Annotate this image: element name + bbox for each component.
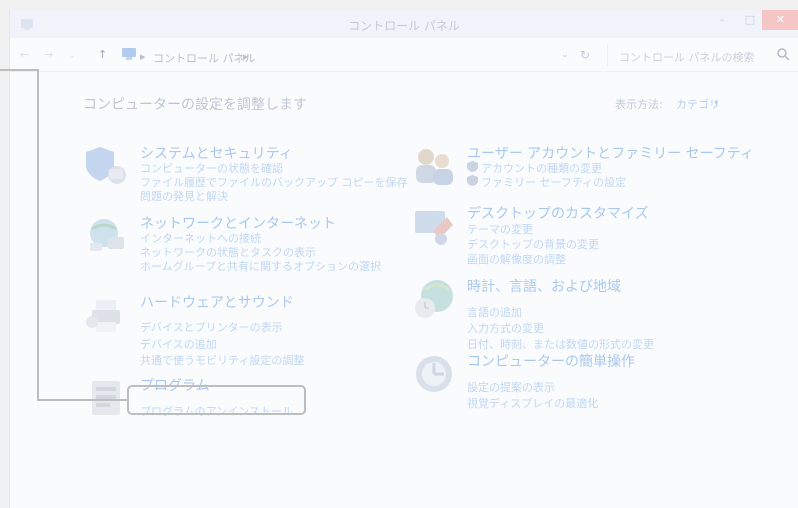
shield-icon[interactable]	[84, 143, 130, 189]
uac-shield-icon	[467, 161, 478, 172]
back-button[interactable]: ←	[20, 48, 29, 61]
link-optimize-display[interactable]: 視覚ディスプレイの最適化	[467, 395, 598, 411]
search-input[interactable]: コントロール パネルの検索	[607, 44, 796, 66]
control-panel-window: コントロール パネル – □ ✕ ← → ⌄ ↑ ▸ コントロール パネル ▸ …	[9, 10, 798, 508]
forward-button[interactable]: →	[44, 48, 53, 61]
address-bar: ← → ⌄ ↑ ▸ コントロール パネル ▸ ⌄ ↻ コントロール パネルの検索	[10, 38, 798, 72]
link-change-theme[interactable]: テーマの変更	[467, 221, 533, 237]
link-change-background[interactable]: デスクトップの背景の変更	[467, 236, 599, 252]
minimize-button[interactable]: –	[710, 10, 734, 30]
link-devices-printers[interactable]: デバイスとプリンターの表示	[140, 319, 283, 335]
link-troubleshoot[interactable]: 問題の発見と解決	[140, 188, 228, 204]
view-by-label: 表示方法:	[615, 98, 663, 111]
search-placeholder: コントロール パネルの検索	[619, 51, 755, 64]
link-suggested-settings[interactable]: 設定の提案の表示	[467, 379, 555, 395]
up-button[interactable]: ↑	[98, 48, 107, 61]
breadcrumb-separator[interactable]: ▸	[243, 50, 249, 63]
category-title[interactable]: ハードウェアとサウンド	[140, 292, 294, 312]
link-change-input-method[interactable]: 入力方式の変更	[467, 320, 544, 336]
desktop-icon[interactable]	[411, 203, 457, 249]
address-dropdown-icon[interactable]: ⌄	[561, 50, 569, 60]
maximize-button[interactable]: □	[738, 10, 762, 30]
callout-line	[37, 399, 128, 401]
page-heading: コンピューターの設定を調整します	[83, 97, 307, 113]
link-date-time-format[interactable]: 日付、時刻、または数値の形式の変更	[467, 336, 654, 352]
network-icon[interactable]	[84, 213, 130, 259]
category-title[interactable]: デスクトップのカスタマイズ	[467, 203, 649, 223]
category-title[interactable]: 時計、言語、および地域	[467, 276, 621, 296]
callout-line	[37, 69, 39, 401]
breadcrumb-separator[interactable]: ▸	[140, 50, 146, 63]
recent-locations-button[interactable]: ⌄	[68, 51, 75, 60]
control-panel-crumb-icon[interactable]	[121, 47, 137, 61]
title-bar: コントロール パネル – □ ✕	[10, 10, 798, 38]
link-add-language[interactable]: 言語の追加	[467, 304, 522, 320]
link-family-safety[interactable]: ファミリー セーフティの設定	[467, 174, 626, 190]
link-label: ファミリー セーフティの設定	[481, 176, 627, 189]
window-title: コントロール パネル	[348, 19, 460, 33]
refresh-icon[interactable]: ↻	[580, 48, 590, 62]
globe-clock-icon[interactable]	[411, 276, 457, 322]
search-icon[interactable]	[776, 47, 790, 61]
link-adjust-resolution[interactable]: 画面の解像度の調整	[467, 251, 566, 267]
link-mobility-settings[interactable]: 共通で使うモビリティ設定の調整	[140, 352, 304, 368]
breadcrumb-control-panel[interactable]: コントロール パネル	[153, 50, 256, 66]
link-homegroup-sharing[interactable]: ホームグループと共有に関するオプションの選択	[140, 258, 381, 274]
ease-of-access-icon[interactable]	[411, 351, 457, 397]
printer-icon[interactable]	[84, 292, 130, 338]
programs-icon[interactable]	[84, 375, 130, 421]
users-icon[interactable]	[411, 143, 457, 189]
link-add-device[interactable]: デバイスの追加	[140, 336, 217, 352]
view-by-chevron-icon[interactable]: ▾	[714, 98, 718, 107]
uac-shield-icon	[467, 175, 478, 186]
category-title[interactable]: コンピューターの簡単操作	[467, 351, 635, 371]
callout-line	[0, 69, 39, 71]
callout-highlight-box	[127, 385, 306, 415]
close-button[interactable]: ✕	[762, 10, 798, 30]
